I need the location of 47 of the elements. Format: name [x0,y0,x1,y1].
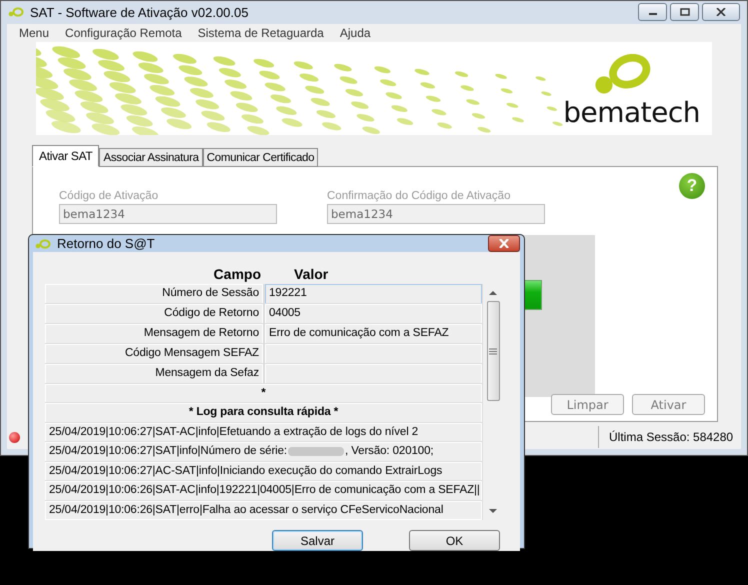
tab[interactable]: Associar Assinatura [99,148,203,167]
menu-item[interactable]: Menu [11,26,58,40]
close-button[interactable] [488,235,520,252]
table-cell: Código de Retorno [45,304,263,324]
column-header: Valor [294,266,328,282]
table-cell: * Log para consulta rápida * [45,403,482,423]
scroll-down-icon [489,509,497,514]
scroll-up-icon [489,290,497,295]
log-row: 25/04/2019|10:06:27|SAT-AC|info|Efetuando a extração de logs do nível 2 [45,422,482,442]
dialog-button[interactable]: Salvar [272,530,363,551]
redacted-blur [288,447,344,456]
log-row: 25/04/2019|10:06:26|SAT|erro|Falha ao acessar o serviço CFeServicoNacional [45,500,482,520]
menu-item[interactable]: Configuração Remota [57,26,190,40]
table-cell: Número de Sessão [45,284,263,304]
minimize-button[interactable] [638,3,667,22]
maximize-button[interactable] [670,3,699,22]
column-header: Campo [212,266,261,282]
window-title: SAT - Software de Ativação v02.00.05 [30,4,248,20]
status-text: Última Sessão: 584280 [598,426,741,448]
table-cell: 192221 [265,284,482,304]
app-icon [8,7,24,18]
close-icon [716,8,726,16]
dialog-title: Retorno do S@T [57,236,155,251]
dialog-button[interactable]: OK [409,530,500,551]
tab[interactable]: Ativar SAT [32,145,100,167]
log-text: 25/04/2019|10:06:27|SAT|info|Número de série: [49,444,288,460]
scroll-thumb[interactable] [486,301,500,401]
table-cell: 04005 [265,304,482,324]
brand-name: bematech [563,97,700,129]
table-cell: * [45,384,482,404]
log-text: , Versão: 020100; [345,444,434,460]
close-button[interactable] [702,3,740,22]
log-row: 25/04/2019|10:06:27|AC-SAT|info|Iniciando execução do comando ExtrairLogs [45,462,482,482]
app-icon [35,238,51,248]
table-cell: Mensagem de Retorno [45,324,263,344]
log-row: 25/04/2019|10:06:26|SAT-AC|info|192221|04005|Erro de comunicação com a SEFAZ|| [45,481,482,501]
table-cell: Erro de comunicação com a SEFAZ [265,324,482,344]
grip-icon [489,348,497,354]
table-cell: Código Mensagem SEFAZ [45,344,263,364]
field-label: Código de Ativação [59,190,160,202]
table-cell: Mensagem da Sefaz [45,364,263,384]
restore-icon [680,8,690,16]
menu-item[interactable]: Ajuda [332,26,379,40]
menu-item[interactable]: Sistema de Retaguarda [190,26,332,40]
field-label: Confirmação do Código de Ativação [327,190,512,202]
close-icon [498,239,510,248]
tab[interactable]: Comunicar Certificado [202,148,318,167]
